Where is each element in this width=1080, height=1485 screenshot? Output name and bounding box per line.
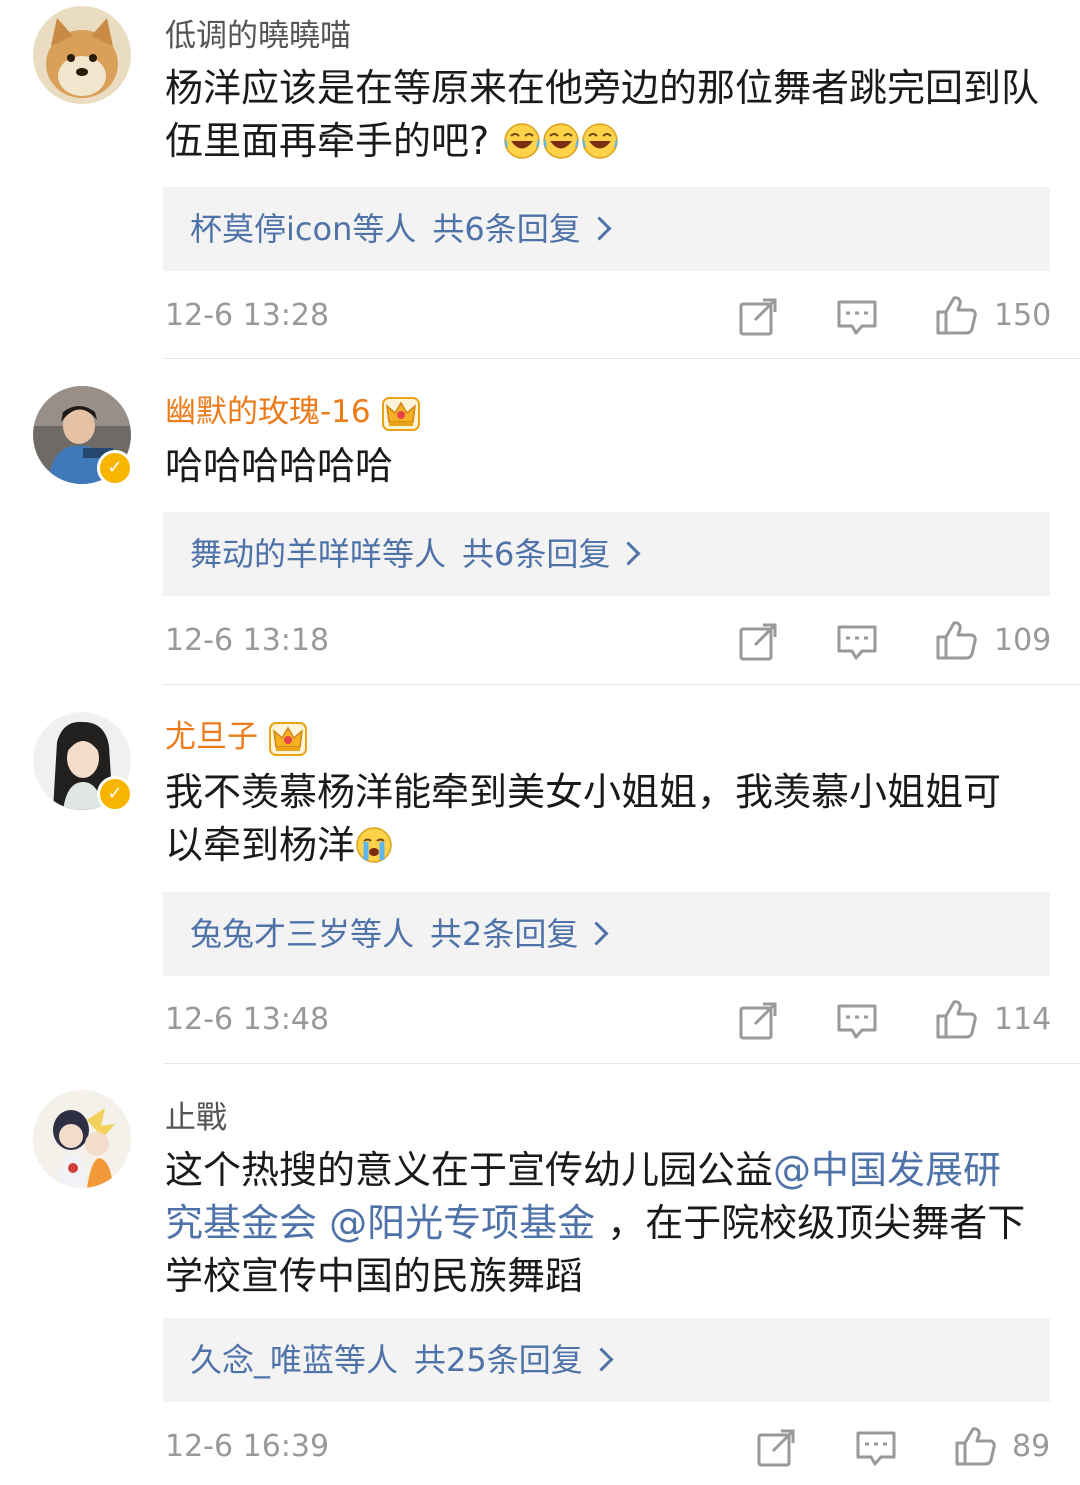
- divider: [163, 1063, 1080, 1064]
- reply-summary-button[interactable]: 久念_唯蓝等人 共25条回复: [163, 1318, 1050, 1402]
- timestamp: 12-6 13:28: [165, 298, 330, 333]
- timestamp: 12-6 13:18: [165, 623, 330, 658]
- comment-icon[interactable]: [836, 621, 878, 663]
- laugh-cry-emoji-icon: [504, 123, 541, 159]
- comment-text: 这个热搜的意义在于宣传幼儿园公益@中国发展研 究基金会 @阳光专项基金 ，在于院…: [165, 1144, 1045, 1303]
- emoji-group: [503, 119, 620, 163]
- timestamp: 12-6 16:39: [165, 1429, 330, 1464]
- reply-count: 共2条回复: [430, 915, 579, 953]
- crown-icon: [381, 396, 420, 431]
- verified-icon: ✓: [97, 776, 133, 812]
- verified-icon: ✓: [97, 450, 133, 486]
- chevron-right-icon: [587, 216, 612, 241]
- mention-link[interactable]: @阳光专项基金: [329, 1201, 595, 1245]
- comment-icon[interactable]: [836, 1000, 878, 1042]
- like-icon[interactable]: [935, 998, 977, 1040]
- like-count: 109: [994, 623, 1052, 658]
- username-text: 尤旦子: [165, 719, 258, 755]
- crown-icon: [269, 721, 307, 756]
- chevron-right-icon: [616, 541, 641, 566]
- reply-summary-button[interactable]: 兔兔才三岁等人 共2条回复: [163, 892, 1050, 976]
- chevron-right-icon: [589, 1347, 614, 1372]
- like-count: 89: [1012, 1429, 1051, 1464]
- comment-text-line: 学校宣传中国的民族舞蹈: [165, 1254, 584, 1298]
- reply-count: 共25条回复: [414, 1341, 583, 1379]
- mention-link[interactable]: @中国发展研: [773, 1148, 1001, 1192]
- reply-count: 共6条回复: [432, 210, 581, 248]
- timestamp: 12-6 13:48: [165, 1002, 330, 1037]
- reply-names: 舞动的羊咩咩等人: [190, 535, 447, 573]
- username[interactable]: 低调的曉曉喵: [165, 10, 351, 55]
- chevron-right-icon: [584, 921, 609, 946]
- comment-text-line: 以牵到杨洋: [165, 819, 1045, 872]
- share-icon[interactable]: [737, 1000, 779, 1042]
- like-icon[interactable]: [935, 294, 977, 336]
- comment-text-line-body: 以牵到杨洋: [165, 823, 356, 867]
- comment-text-part: ，在于院校级顶尖舞者下: [607, 1201, 1026, 1245]
- avatar[interactable]: [33, 1090, 131, 1188]
- comment-text-line: 我不羡慕杨洋能牵到美女小姐姐，我羡慕小姐姐可: [165, 770, 1002, 814]
- reply-names: 久念_唯蓝等人: [190, 1341, 399, 1379]
- comment-icon[interactable]: [855, 1427, 897, 1469]
- username-text: 幽默的玫瑰-16: [165, 394, 371, 430]
- like-count: 114: [994, 1002, 1052, 1037]
- reply-names: 兔兔才三岁等人: [190, 915, 415, 953]
- mention-link[interactable]: 究基金会: [165, 1201, 317, 1245]
- reply-summary-button[interactable]: 舞动的羊咩咩等人 共6条回复: [163, 512, 1050, 596]
- crying-emoji-icon: [355, 826, 393, 864]
- comment-text: 哈哈哈哈哈哈: [165, 444, 394, 488]
- divider: [163, 684, 1080, 685]
- comment-text-part: 这个热搜的意义在于宣传幼儿园公益: [165, 1148, 774, 1192]
- username[interactable]: 止戰: [165, 1092, 227, 1137]
- laugh-cry-emoji-icon: [582, 123, 619, 159]
- username[interactable]: 尤旦子: [165, 711, 308, 757]
- comment-text: 我不羡慕杨洋能牵到美女小姐姐，我羡慕小姐姐可 以牵到杨洋: [165, 766, 1045, 872]
- share-icon[interactable]: [737, 621, 779, 663]
- avatar[interactable]: [33, 6, 131, 104]
- share-icon[interactable]: [737, 296, 779, 338]
- laugh-cry-emoji-icon: [543, 123, 580, 159]
- divider: [163, 358, 1080, 359]
- comment-icon[interactable]: [836, 296, 878, 338]
- like-icon[interactable]: [954, 1425, 996, 1467]
- username[interactable]: 幽默的玫瑰-16: [165, 386, 421, 432]
- like-count: 150: [994, 298, 1052, 333]
- reply-summary-button[interactable]: 杯莫停icon等人 共6条回复: [163, 187, 1050, 271]
- reply-count: 共6条回复: [462, 535, 611, 573]
- reply-names: 杯莫停icon等人: [190, 210, 417, 248]
- like-icon[interactable]: [935, 619, 977, 661]
- comment-text-line: 究基金会 @阳光专项基金 ，在于院校级顶尖舞者下: [165, 1197, 1045, 1250]
- comment-text: 杨洋应该是在等原来在他旁边的那位舞者跳完回到队伍里面再牵手的吧?: [165, 62, 1045, 168]
- comment-text-line: 这个热搜的意义在于宣传幼儿园公益@中国发展研: [165, 1144, 1045, 1197]
- share-icon[interactable]: [755, 1427, 797, 1469]
